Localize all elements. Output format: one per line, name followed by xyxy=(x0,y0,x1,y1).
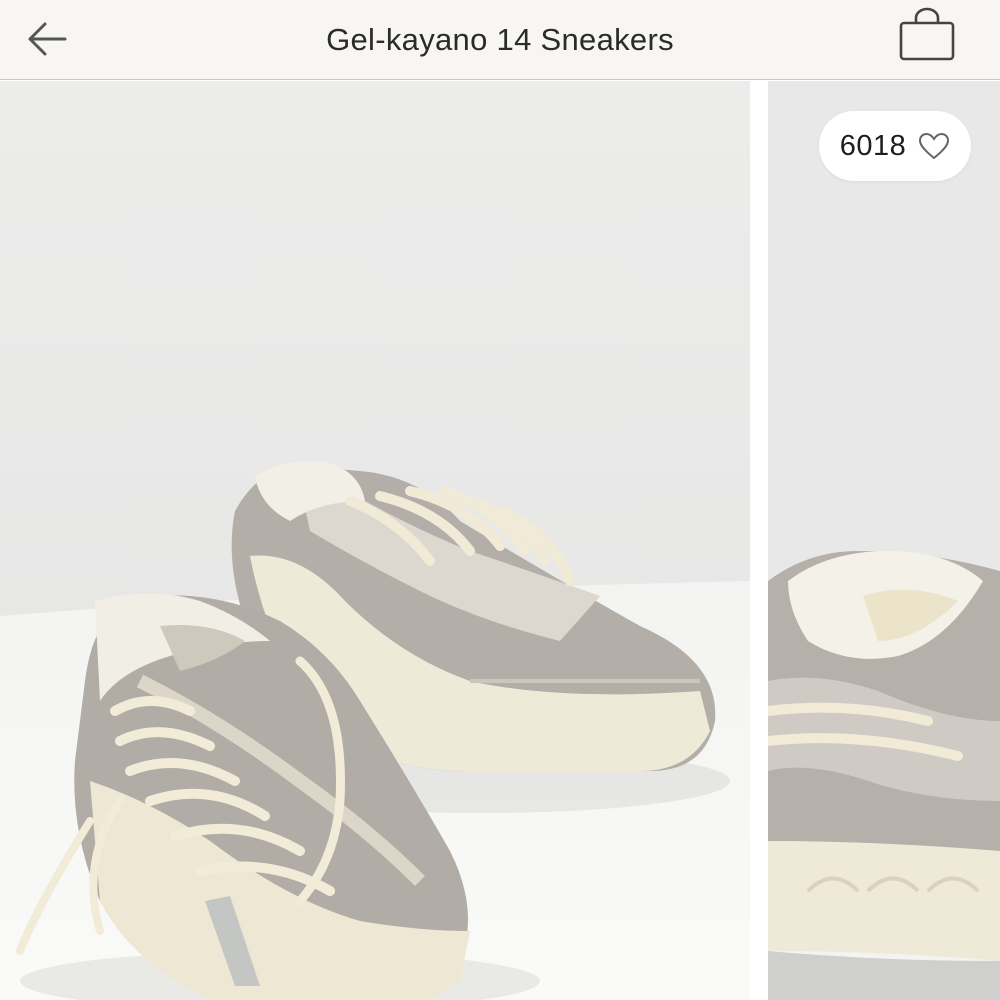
product-image-main[interactable] xyxy=(0,81,750,1000)
shopping-bag-button[interactable] xyxy=(894,5,960,65)
sneaker-closeup-photo xyxy=(768,81,1000,1000)
image-gallery[interactable]: 6018 xyxy=(0,81,1000,1000)
page-title: Gel-kayano 14 Sneakers xyxy=(326,22,674,57)
top-bar: Gel-kayano 14 Sneakers xyxy=(0,0,1000,80)
arrow-left-icon xyxy=(28,22,67,56)
back-button[interactable] xyxy=(22,14,72,64)
heart-outline-icon xyxy=(919,132,950,160)
favorites-count: 6018 xyxy=(839,129,907,162)
sneakers-photo xyxy=(0,81,750,1000)
shopping-bag-icon xyxy=(899,7,955,61)
product-image-secondary[interactable]: 6018 xyxy=(768,81,1000,1000)
favorite-button[interactable]: 6018 xyxy=(819,111,971,181)
